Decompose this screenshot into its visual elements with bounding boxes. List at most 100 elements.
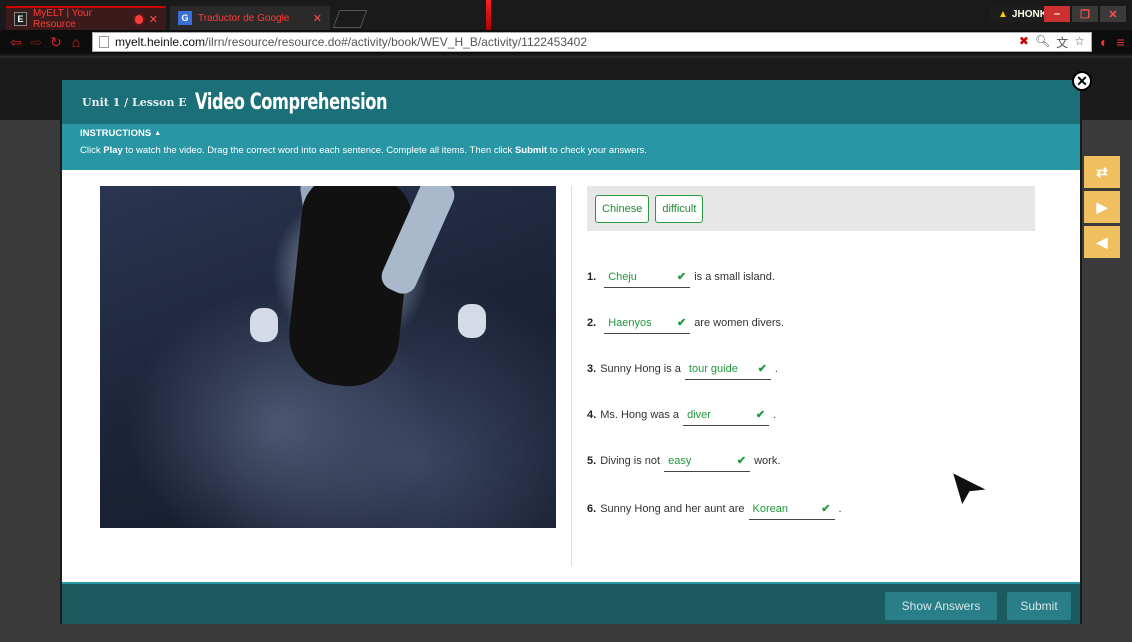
tab-label: Traductor de Google (198, 12, 290, 24)
close-tab-icon[interactable]: ✕ (313, 12, 322, 25)
sentence-item: 5. Diving is not easy ✔ work. (587, 450, 780, 472)
item-number: 1. (587, 271, 597, 283)
sentence-item: 2. Haenyos ✔ are women divers. (587, 312, 784, 334)
checkmark-icon: ✔ (757, 363, 767, 375)
answer-text: Korean (752, 502, 788, 515)
instructions-text: Click Play to watch the video. Drag the … (80, 145, 1062, 156)
checkmark-icon: ✔ (676, 271, 687, 283)
answer-slot[interactable]: tour guide ✔ (684, 358, 771, 380)
checkmark-icon: ✔ (755, 409, 766, 421)
answer-slot[interactable]: Korean ✔ (748, 498, 835, 520)
blocked-popup-icon[interactable]: ✖ (1019, 34, 1029, 51)
sentence-post: are women divers. (694, 317, 785, 329)
answer-text: easy (668, 454, 692, 467)
sentence-pre: Ms. Hong was a (600, 409, 680, 421)
answer-slot[interactable]: easy ✔ (664, 450, 751, 472)
word-chip-difficult[interactable]: difficult (655, 195, 704, 223)
instructions-play-word: Play (103, 145, 123, 156)
answer-text: tour guide (688, 362, 738, 375)
answer-text: diver (687, 408, 711, 421)
instructions-toggle[interactable]: INSTRUCTIONS ▲ (80, 128, 1062, 139)
word-chip-chinese[interactable]: Chinese (595, 195, 650, 223)
browser-tab-myelt[interactable]: E MyELT | Your Resource ✕ (6, 6, 166, 30)
caret-up-icon: ▲ (154, 130, 162, 137)
sentence-pre: Sunny Hong is a (600, 363, 681, 375)
item-number: 4. (587, 409, 597, 421)
back-arrow-icon[interactable]: ⇦ (6, 34, 26, 51)
item-number: 2. (587, 317, 597, 329)
sentence-post: work. (754, 455, 781, 467)
sentence-pre: Sunny Hong and her aunt are (600, 503, 745, 515)
warning-icon: ▲ (998, 8, 1008, 20)
sentence-post: . (838, 503, 842, 515)
lesson-label: Unit 1 / Lesson E (82, 95, 187, 109)
modal-header: Unit 1 / Lesson E Video Comprehension (62, 80, 1080, 124)
checkmark-icon: ✔ (676, 317, 687, 329)
instructions-text-post: to check your answers. (547, 145, 647, 156)
mouse-cursor-icon (950, 470, 990, 508)
bookmark-star-icon[interactable]: ☆ (1074, 34, 1085, 51)
url-path: /ilrn/resource/resource.do#/activity/boo… (205, 35, 588, 49)
menu-icon[interactable]: ≡ (1116, 34, 1124, 50)
sentence-post: . (774, 363, 778, 375)
instructions-text-pre: Click (80, 145, 104, 156)
modal-title: Video Comprehension (194, 89, 388, 115)
browser-tab-translator[interactable]: G Traductor de Google ✕ (170, 6, 330, 30)
translate-icon[interactable]: 文 (1056, 34, 1068, 51)
answer-text: Haenyos (608, 316, 652, 329)
item-number: 5. (587, 455, 597, 467)
activity-modal: Unit 1 / Lesson E Video Comprehension ✕ … (60, 71, 1092, 624)
restore-button[interactable]: ❐ (1072, 6, 1098, 22)
video-player[interactable] (100, 186, 556, 528)
side-navigation: ⇄ ▶ ◀ (1084, 156, 1120, 258)
zoom-icon[interactable]: 🔍︎ (1035, 34, 1050, 51)
modal-footer: Show Answers Submit (62, 582, 1080, 624)
answer-slot[interactable]: diver ✔ (683, 404, 770, 426)
url-host: myelt.heinle.com (115, 35, 206, 49)
video-frame-detail (458, 304, 486, 338)
recording-icon (134, 14, 143, 24)
close-tab-icon[interactable]: ✕ (149, 13, 158, 26)
screen-artifact (486, 0, 491, 30)
window-controls: – ❐ ✕ (1044, 6, 1126, 22)
instructions-title: INSTRUCTIONS (80, 128, 152, 139)
video-frame-detail (250, 308, 278, 342)
address-bar[interactable]: myelt.heinle.com /ilrn/resource/resource… (92, 32, 1092, 52)
column-divider (571, 186, 572, 566)
sentence-item: 6. Sunny Hong and her aunt are Korean ✔ … (587, 498, 842, 520)
instructions-panel: INSTRUCTIONS ▲ Click Play to watch the v… (62, 124, 1080, 170)
myelt-favicon-icon: E (14, 12, 27, 26)
exit-icon[interactable]: ⇄ (1084, 156, 1120, 188)
checkmark-icon: ✔ (736, 455, 747, 467)
home-icon[interactable]: ⌂ (66, 34, 86, 50)
sentence-item: 3. Sunny Hong is a tour guide ✔ . (587, 358, 778, 380)
sentence-pre: Diving is not (600, 455, 661, 467)
new-tab-button[interactable] (332, 10, 368, 28)
close-window-button[interactable]: ✕ (1100, 6, 1126, 22)
previous-arrow-icon[interactable]: ◀ (1084, 226, 1120, 258)
submit-button[interactable]: Submit (1007, 592, 1071, 620)
answer-slot[interactable]: Cheju ✔ (604, 266, 691, 288)
show-answers-button[interactable]: Show Answers (885, 592, 997, 620)
page-icon (99, 36, 109, 48)
minimize-button[interactable]: – (1044, 6, 1070, 22)
sentence-item: 1. Cheju ✔ is a small island. (587, 266, 775, 288)
activity-content: Chinese difficult 1. Cheju ✔ is a small … (62, 170, 1080, 582)
tab-label: MyELT | Your Resource (32, 8, 92, 30)
close-modal-icon[interactable]: ✕ (1072, 71, 1092, 91)
instructions-text-mid: to watch the video. Drag the correct wor… (122, 145, 515, 156)
item-number: 6. (587, 503, 597, 515)
browser-toolbar: ⇦ ⇨ ↻ ⌂ myelt.heinle.com /ilrn/resource/… (0, 30, 1132, 56)
sentence-item: 4. Ms. Hong was a diver ✔ . (587, 404, 776, 426)
checkmark-icon: ✔ (821, 503, 831, 515)
sentence-post: . (773, 409, 777, 421)
answer-slot[interactable]: Haenyos ✔ (604, 312, 691, 334)
browser-tabstrip: E MyELT | Your Resource ✕ G Traductor de… (0, 0, 1132, 30)
sentence-post: is a small island. (694, 271, 775, 283)
item-number: 3. (587, 363, 597, 375)
forward-arrow-icon[interactable]: ⇨ (26, 34, 46, 51)
google-translate-favicon-icon: G (178, 11, 192, 25)
next-arrow-icon[interactable]: ▶ (1084, 191, 1120, 223)
reload-icon[interactable]: ↻ (46, 34, 66, 51)
extension-icon[interactable]: ◐ (1100, 34, 1108, 50)
